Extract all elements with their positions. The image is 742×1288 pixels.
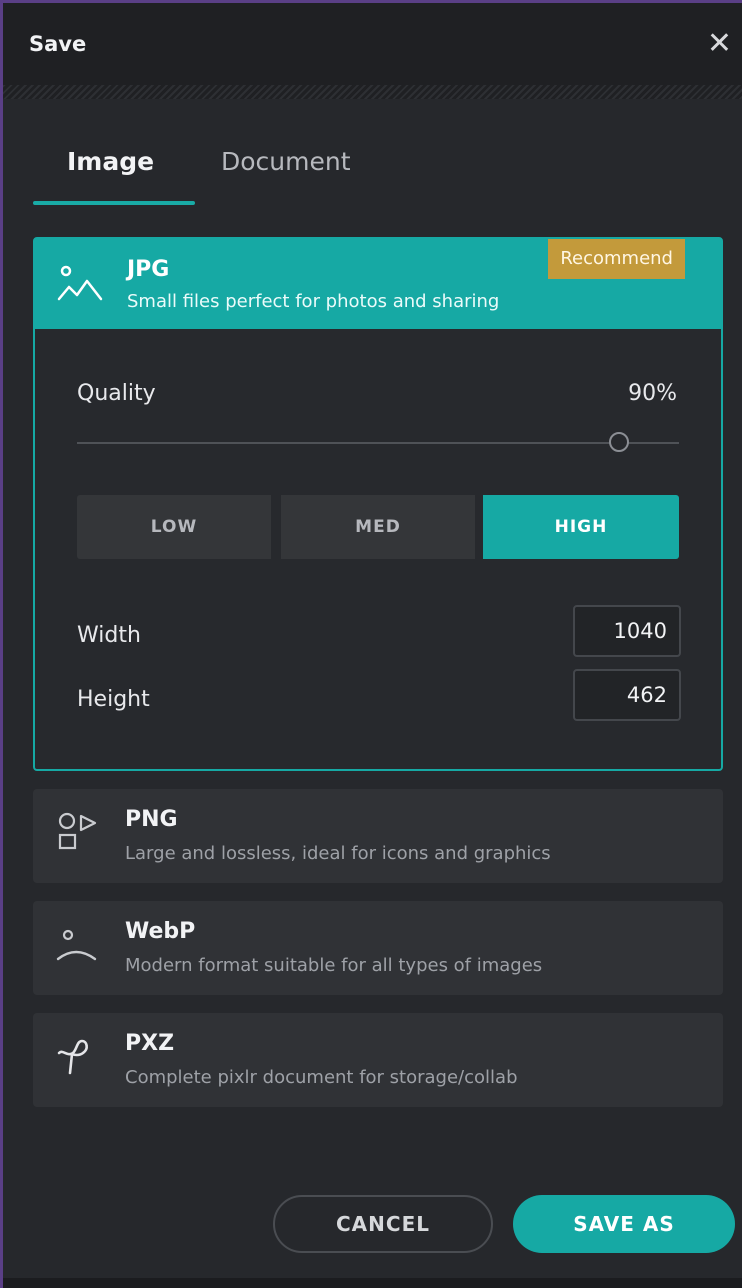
jpg-name: JPG: [127, 257, 170, 282]
png-description: Large and lossless, ideal for icons and …: [125, 843, 551, 864]
quality-value: 90%: [628, 381, 677, 406]
active-tab-indicator: [33, 201, 195, 205]
dialog-titlebar: Save ✕: [3, 3, 742, 85]
recommend-badge: Recommend: [548, 239, 685, 279]
quality-label: Quality: [77, 381, 156, 406]
quality-low-button[interactable]: LOW: [77, 495, 271, 559]
pxz-description: Complete pixlr document for storage/coll…: [125, 1067, 518, 1088]
tab-document[interactable]: Document: [221, 147, 351, 176]
pxz-name: PXZ: [125, 1031, 175, 1056]
titlebar-divider: [3, 85, 742, 99]
format-option-jpg[interactable]: JPG Small files perfect for photos and s…: [33, 237, 723, 771]
webp-description: Modern format suitable for all types of …: [125, 955, 543, 976]
pixlr-document-icon: [55, 1035, 101, 1085]
format-option-pxz[interactable]: PXZ Complete pixlr document for storage/…: [33, 1013, 723, 1107]
webp-name: WebP: [125, 919, 196, 944]
height-label: Height: [77, 687, 150, 712]
save-as-button[interactable]: SAVE AS: [513, 1195, 735, 1253]
bottom-edge: [3, 1278, 742, 1288]
cancel-button[interactable]: CANCEL: [273, 1195, 493, 1253]
quality-slider[interactable]: [77, 431, 679, 455]
dialog-title: Save: [29, 32, 87, 56]
save-dialog: Save ✕ Image Document JPG Small files pe…: [0, 0, 742, 1288]
width-label: Width: [77, 623, 141, 648]
format-option-webp[interactable]: WebP Modern format suitable for all type…: [33, 901, 723, 995]
close-icon[interactable]: ✕: [707, 29, 732, 59]
slider-thumb[interactable]: [608, 432, 629, 452]
landscape-icon: [57, 261, 103, 311]
slider-track: [77, 442, 679, 444]
width-input[interactable]: [573, 605, 681, 657]
format-option-png[interactable]: PNG Large and lossless, ideal for icons …: [33, 789, 723, 883]
quality-high-button[interactable]: HIGH: [483, 495, 679, 559]
format-tabs: Image Document: [3, 99, 742, 209]
quality-med-button[interactable]: MED: [281, 495, 475, 559]
horizon-icon: [55, 923, 101, 973]
jpg-description: Small files perfect for photos and shari…: [127, 291, 500, 312]
png-name: PNG: [125, 807, 178, 832]
jpg-header: JPG Small files perfect for photos and s…: [35, 239, 721, 329]
shapes-icon: [55, 811, 101, 861]
tab-image[interactable]: Image: [67, 147, 154, 176]
height-input[interactable]: [573, 669, 681, 721]
